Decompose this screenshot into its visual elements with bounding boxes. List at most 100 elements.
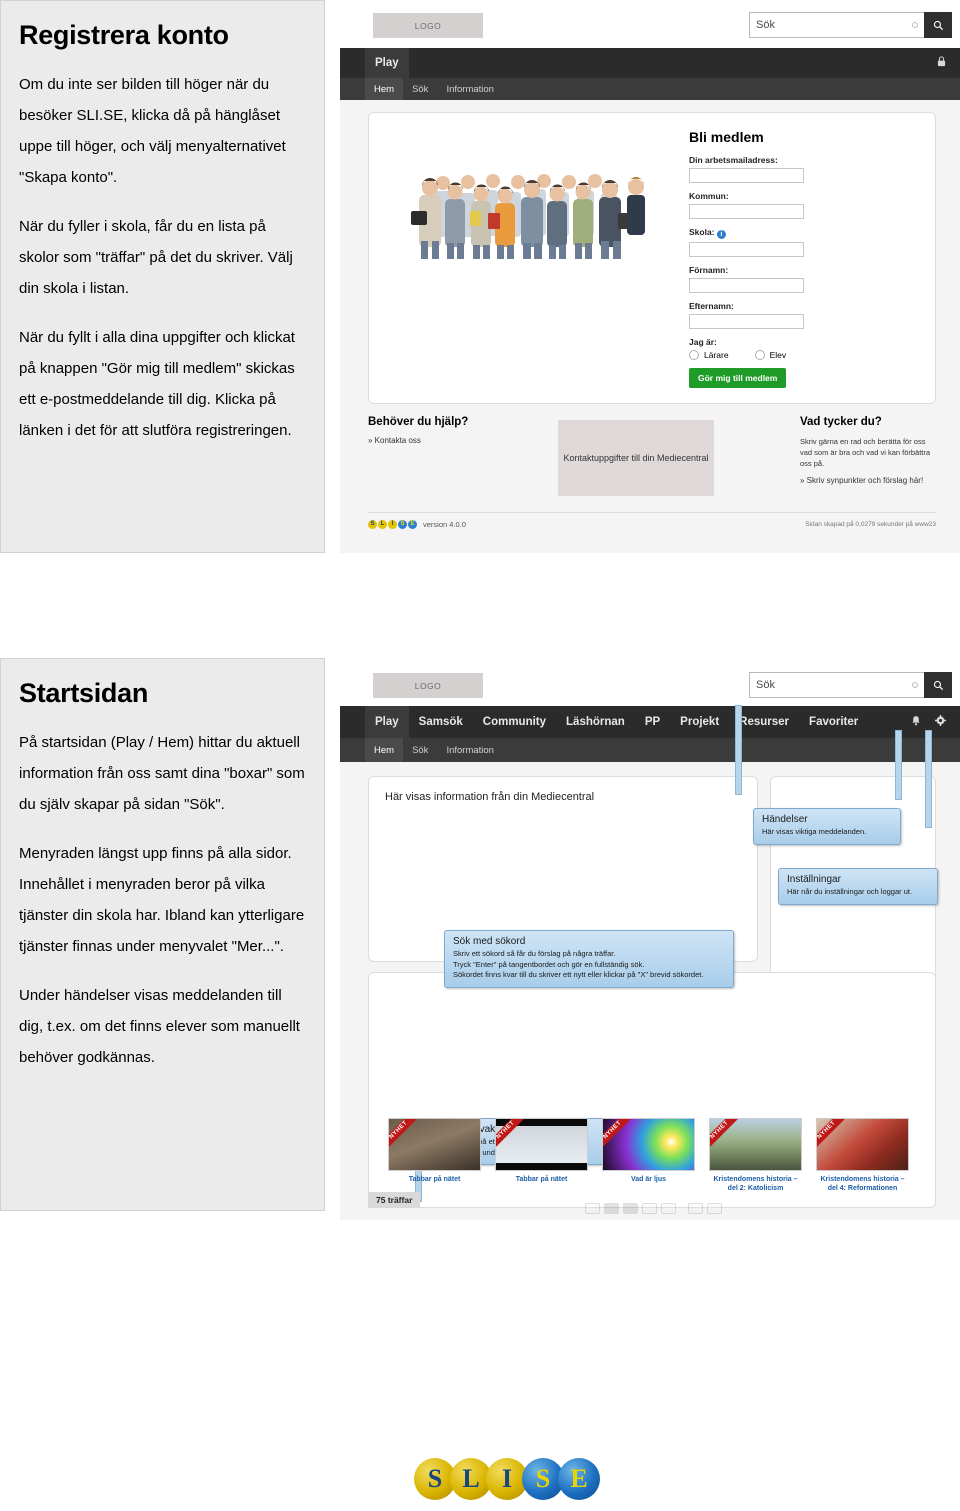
search-input[interactable]: Sök [749, 672, 924, 698]
thumbnail-image[interactable]: NYHET [602, 1118, 695, 1171]
fornamn-field[interactable] [689, 278, 804, 293]
form-title: Bli medlem [689, 129, 764, 145]
students-photo-svg [411, 174, 645, 259]
main-nav: Play Samsök Community Läshörnan PP Proje… [340, 706, 960, 738]
subnav-item-sok[interactable]: Sök [403, 78, 437, 100]
thumbnail-caption[interactable]: Kristendomens historia – del 4: Reformat… [816, 1175, 909, 1193]
callout-title: Händelser [762, 814, 808, 825]
nav-item-projekt[interactable]: Projekt [670, 706, 729, 738]
bell-icon[interactable] [911, 715, 921, 729]
page-button-prev[interactable] [688, 1203, 703, 1214]
info-icon[interactable]: i [716, 230, 726, 239]
search-button[interactable] [924, 672, 952, 698]
email-field[interactable] [689, 168, 804, 183]
search-button[interactable] [924, 12, 952, 38]
nav-item-samsok[interactable]: Samsök [409, 706, 473, 738]
role-label: Jag är: [689, 337, 717, 347]
site-header: LOGO Sök [340, 660, 960, 706]
thumbnail-item[interactable]: NYHET Tabbar på nätet [495, 1118, 588, 1193]
page-button[interactable] [661, 1203, 676, 1214]
contact-link[interactable]: » Kontakta oss [368, 436, 548, 445]
feedback-link[interactable]: » Skriv synpunkter och förslag här! [800, 476, 936, 485]
skola-field[interactable] [689, 242, 804, 257]
page-button[interactable] [642, 1203, 657, 1214]
footer-version-row: S L I S E version 4.0.0 Sidan skapad på … [368, 520, 936, 529]
thumbnail-caption[interactable]: Kristendomens historia – del 2: Katolici… [709, 1175, 802, 1193]
site-logo[interactable]: LOGO [373, 673, 483, 698]
nav-right-icons [937, 48, 960, 78]
sub-nav: Hem Sök Information [340, 738, 960, 762]
search-placeholder: Sök [756, 19, 775, 31]
callout-line: Här når du inställningar och loggar ut. [787, 887, 913, 896]
footer-divider [368, 512, 936, 513]
clear-search-icon[interactable] [912, 22, 918, 28]
page-body: Bli medlem Din arbetsmailadress: Kommun:… [340, 100, 960, 553]
callout-line: Tryck "Enter" på tangentbordet och gör e… [453, 959, 645, 969]
version-text: version 4.0.0 [423, 520, 466, 529]
efternamn-field[interactable] [689, 314, 804, 329]
radio-label-larare: Lärare [704, 350, 729, 360]
thumbnail-image[interactable]: NYHET [495, 1118, 588, 1171]
nav-item-community[interactable]: Community [473, 706, 556, 738]
thumbnail-image[interactable]: NYHET [816, 1118, 909, 1171]
radio-circle-icon [689, 350, 699, 360]
nav-item-pp[interactable]: PP [635, 706, 670, 738]
info-panel-registrera-konto: Registrera konto Om du inte ser bilden t… [0, 0, 325, 553]
lock-icon[interactable] [937, 56, 946, 70]
signup-form: Bli medlem Din arbetsmailadress: Kommun:… [689, 129, 859, 388]
sli-se-logo: S L I S E [414, 1458, 600, 1500]
subnav-item-information[interactable]: Information [437, 78, 503, 100]
callout-line: Sökordet finns kvar till du skriver ett … [453, 970, 704, 979]
search-input[interactable]: Sök [749, 12, 924, 38]
page-title: Startsidan [19, 678, 149, 708]
radio-elev[interactable]: Elev [754, 350, 786, 360]
thumbnail-caption[interactable]: Vad är ljus [602, 1175, 695, 1184]
callout-installningar[interactable]: Inställningar Här når du inställningar o… [778, 868, 938, 905]
page-button-next[interactable] [707, 1203, 722, 1214]
subnav-item-hem[interactable]: Hem [365, 738, 404, 762]
gear-icon[interactable] [935, 715, 946, 729]
subnav-item-sok[interactable]: Sök [403, 738, 437, 762]
field-label-skola: Skola: i [689, 227, 859, 239]
thumbnail-item[interactable]: NYHET Vad är ljus [602, 1118, 695, 1193]
mediecentral-box[interactable]: Kontaktuppgifter till din Mediecentral [558, 420, 714, 496]
thumbnail-row: NYHET Tabbar på nätet NYHET Tabbar på nä… [388, 1118, 909, 1193]
callout-title: Inställningar [787, 874, 841, 885]
subnav-item-hem[interactable]: Hem [365, 78, 404, 100]
page-button[interactable] [623, 1203, 638, 1214]
paragraph: När du fyller i skola, får du en lista p… [19, 218, 293, 298]
clear-search-icon[interactable] [912, 682, 918, 688]
callout-sok-med-sokord[interactable]: Sök med sökord Skriv ett sökord så får d… [444, 930, 734, 988]
page-button[interactable] [585, 1203, 600, 1214]
callout-handelser[interactable]: Händelser Här visas viktiga meddelanden. [753, 808, 901, 845]
footer-help: Behöver du hjälp? » Kontakta oss [368, 416, 548, 445]
thumbnail-caption[interactable]: Tabbar på nätet [388, 1175, 481, 1184]
thumbnail-item[interactable]: NYHET Kristendomens historia – del 4: Re… [816, 1118, 909, 1193]
thumbnail-item[interactable]: NYHET Kristendomens historia – del 2: Ka… [709, 1118, 802, 1193]
logo-letter-e: E [558, 1458, 600, 1500]
mediecentral-info-text: Här visas information från din Mediecent… [385, 791, 595, 803]
thumbnail-caption[interactable]: Tabbar på nätet [495, 1175, 588, 1184]
leader-line-gear [925, 730, 932, 828]
thumbnail-image[interactable]: NYHET [388, 1118, 481, 1171]
submit-button[interactable]: Gör mig till medlem [689, 368, 787, 388]
logo-letter: S [368, 520, 377, 529]
nyhet-ribbon: NYHET [496, 1119, 527, 1151]
thumbnail-image[interactable]: NYHET [709, 1118, 802, 1171]
content-card: Bli medlem Din arbetsmailadress: Kommun:… [368, 112, 936, 404]
nav-item-lashornan[interactable]: Läshörnan [556, 706, 635, 738]
nav-item-play[interactable]: Play [365, 706, 409, 738]
results-count: 75 träffar [368, 1192, 421, 1208]
radio-larare[interactable]: Lärare [689, 350, 729, 360]
pagination[interactable] [585, 1203, 722, 1214]
thumbnail-item[interactable]: NYHET Tabbar på nätet [388, 1118, 481, 1193]
site-logo[interactable]: LOGO [373, 13, 483, 38]
kommun-field[interactable] [689, 204, 804, 219]
search-area: Sök [749, 12, 952, 38]
nav-item-favoriter[interactable]: Favoriter [799, 706, 868, 738]
site-header: LOGO Sök [340, 0, 960, 48]
page-button-current[interactable] [604, 1203, 619, 1214]
subnav-item-information[interactable]: Information [437, 738, 503, 762]
nav-item-play[interactable]: Play [365, 48, 409, 78]
field-label-fornamn: Förnamn: [689, 265, 729, 275]
